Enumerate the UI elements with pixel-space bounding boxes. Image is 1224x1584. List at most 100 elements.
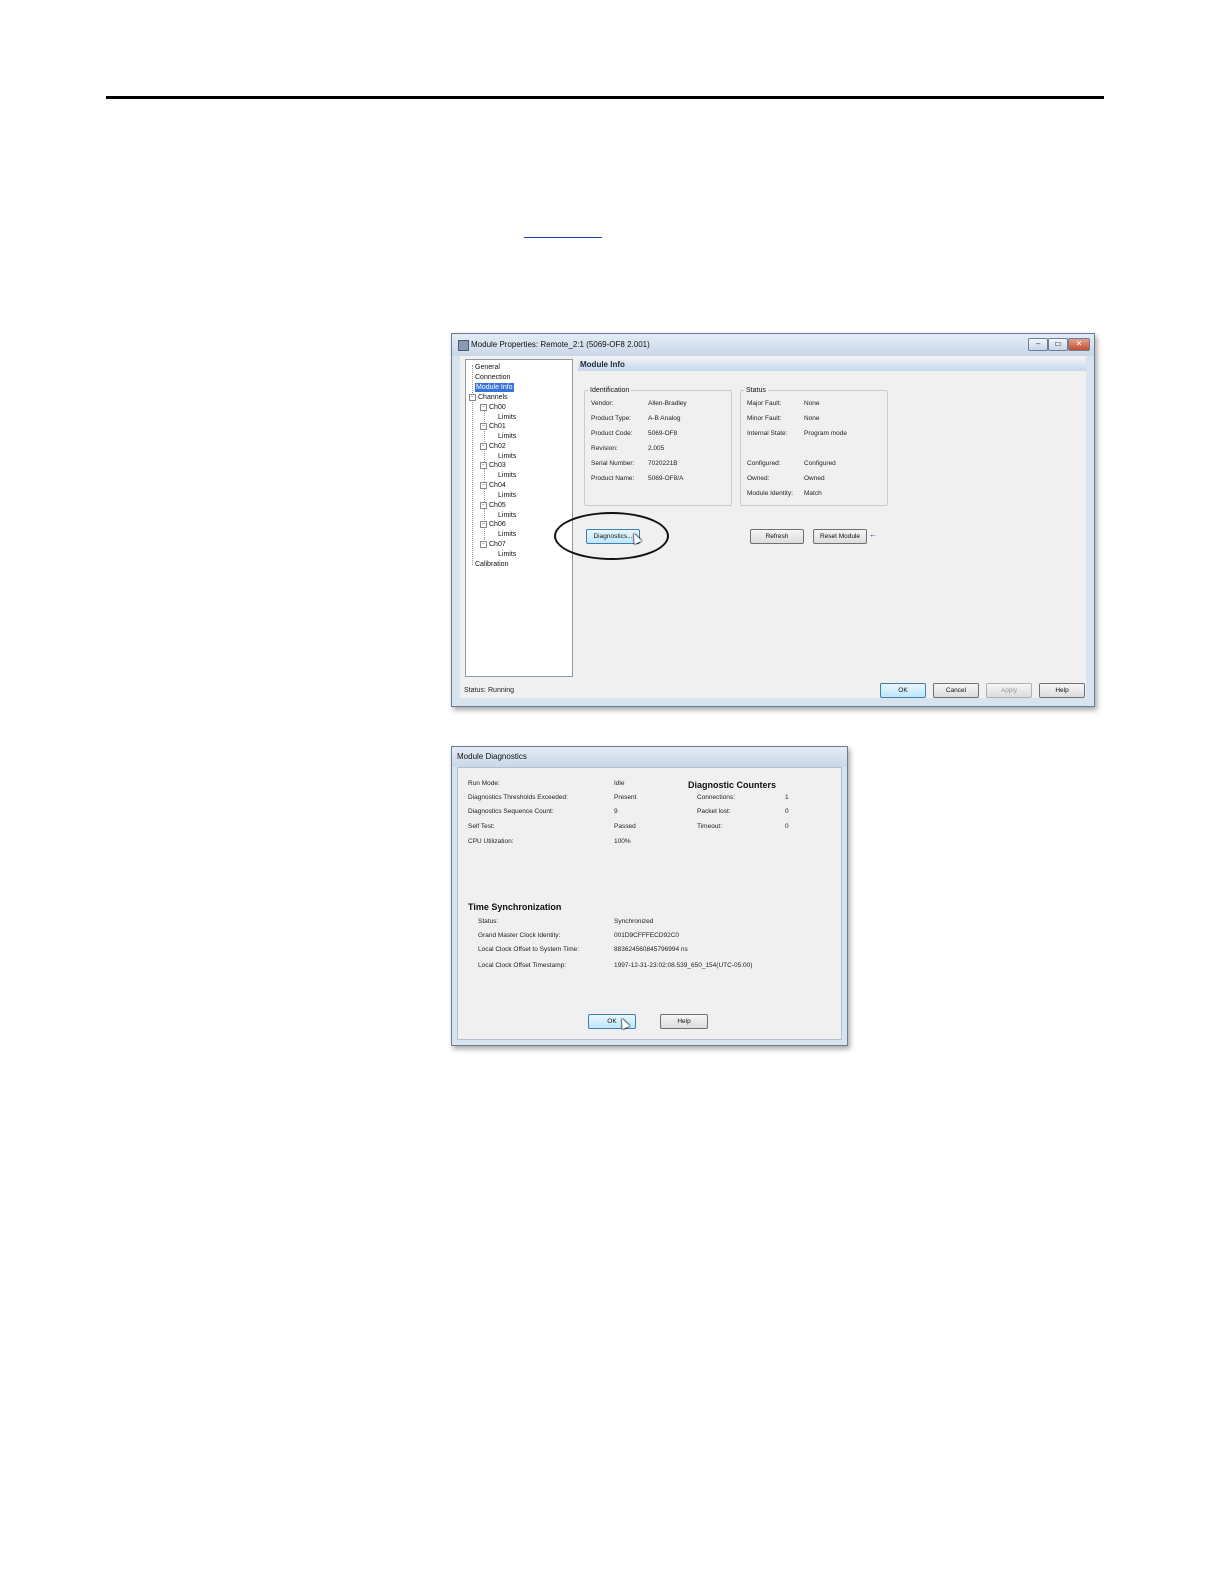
revision-value: 2.005: [648, 445, 665, 452]
product-type-value: A-B Analog: [648, 415, 681, 422]
tree-item-module-info[interactable]: Module Info: [475, 383, 514, 392]
tree-item-limits[interactable]: Limits: [498, 511, 516, 520]
reset-module-button[interactable]: Reset Module: [813, 529, 867, 544]
collapse-icon[interactable]: −: [480, 501, 487, 509]
status-label: Status:: [464, 687, 486, 694]
app-icon: [458, 340, 469, 351]
vendor-label: Vendor:: [591, 400, 614, 407]
configured-label: Configured:: [747, 460, 781, 467]
sequence-count-label: Diagnostics Sequence Count:: [468, 808, 554, 815]
sequence-count-value: 9: [614, 808, 618, 815]
time-sync-heading: Time Synchronization: [468, 902, 562, 912]
self-test-value: Passed: [614, 823, 636, 830]
help-button[interactable]: Help: [1039, 683, 1085, 698]
internal-state-label: Internal State:: [747, 430, 788, 437]
tree-label: Ch00: [489, 404, 506, 411]
product-code-value: 5069-OF8: [648, 430, 678, 437]
tree-item-ch04[interactable]: − Ch04: [480, 481, 506, 490]
minor-fault-label: Minor Fault:: [747, 415, 782, 422]
tree-item-ch07[interactable]: − Ch07: [480, 540, 506, 549]
tree-item-limits[interactable]: Limits: [498, 413, 516, 422]
section-title: Module Info: [578, 359, 1086, 371]
tree-label: Ch05: [489, 502, 506, 509]
help-button[interactable]: Help: [660, 1014, 708, 1029]
packet-lost-value: 0: [785, 808, 789, 815]
tree-item-ch03[interactable]: − Ch03: [480, 461, 506, 470]
title-bar[interactable]: Module Properties: Remote_2:1 (5069-OF8 …: [452, 334, 1094, 356]
tree-item-limits[interactable]: Limits: [498, 530, 516, 539]
tree-item-general[interactable]: General: [475, 363, 500, 372]
refresh-button[interactable]: Refresh: [750, 529, 804, 544]
tree-label: Ch01: [489, 423, 506, 430]
serial-number-label: Serial Number:: [591, 460, 635, 467]
maximize-icon[interactable]: ▭: [1048, 338, 1068, 351]
tree-label: Ch03: [489, 462, 506, 469]
module-identity-label: Module Identity:: [747, 490, 793, 497]
collapse-icon[interactable]: −: [480, 422, 487, 430]
group-title: Identification: [588, 386, 632, 395]
collapse-icon[interactable]: −: [480, 403, 487, 411]
tree-item-limits[interactable]: Limits: [498, 550, 516, 559]
ok-button[interactable]: OK: [880, 683, 926, 698]
tree-item-ch01[interactable]: − Ch01: [480, 422, 506, 431]
tree-item-limits[interactable]: Limits: [498, 471, 516, 480]
grand-master-label: Grand Master Clock Identity:: [478, 932, 561, 939]
collapse-icon[interactable]: −: [480, 481, 487, 489]
tree-item-connection[interactable]: Connection: [475, 373, 510, 382]
category-tree: General Connection Module Info − Channels…: [465, 359, 573, 677]
sync-status-value: Synchronized: [614, 918, 654, 925]
diagnostic-counters-heading: Diagnostic Counters: [688, 780, 777, 790]
apply-button[interactable]: Apply: [986, 683, 1032, 698]
tree-label: Ch07: [489, 541, 506, 548]
grand-master-value: 001D9CFFFECD92C0: [614, 932, 680, 939]
product-code-label: Product Code:: [591, 430, 633, 437]
revision-label: Revision:: [591, 445, 618, 452]
tree-label: Ch02: [489, 443, 506, 450]
timeout-value: 0: [785, 823, 789, 830]
tree-item-limits[interactable]: Limits: [498, 491, 516, 500]
highlight-circle: [554, 512, 669, 560]
minor-fault-value: None: [804, 415, 820, 422]
tree-item-calibration[interactable]: Calibration: [475, 560, 508, 569]
collapse-icon[interactable]: −: [480, 520, 487, 528]
cpu-utilization-label: CPU Utilization:: [468, 838, 514, 845]
collapse-icon[interactable]: −: [469, 393, 476, 401]
offset-timestamp-label: Local Clock Offset Timestamp:: [478, 962, 567, 969]
tree-item-ch05[interactable]: − Ch05: [480, 501, 506, 510]
major-fault-value: None: [804, 400, 820, 407]
packet-lost-label: Packet lost:: [697, 808, 731, 815]
minimize-icon[interactable]: –: [1028, 338, 1048, 351]
tree-label: Ch06: [489, 521, 506, 528]
hyperlink-underline[interactable]: [524, 237, 602, 238]
header-rule: [106, 96, 1104, 99]
cpu-utilization-value: 100%: [614, 838, 631, 845]
timeout-label: Timeout:: [697, 823, 723, 830]
owned-value: Owned: [804, 475, 825, 482]
run-mode-label: Run Mode:: [468, 780, 500, 787]
collapse-icon[interactable]: −: [480, 540, 487, 548]
internal-state-value: Program mode: [804, 430, 847, 437]
sync-status-label: Status:: [478, 918, 499, 925]
tree-label: Ch04: [489, 482, 506, 489]
arrow-left-icon: ←: [869, 530, 877, 539]
tree-item-ch02[interactable]: − Ch02: [480, 442, 506, 451]
status-value: Running: [488, 687, 515, 694]
cancel-button[interactable]: Cancel: [933, 683, 979, 698]
owned-label: Owned:: [747, 475, 770, 482]
tree-item-channels[interactable]: − Channels: [469, 393, 508, 402]
module-identity-value: Match: [804, 490, 822, 497]
product-name-label: Product Name:: [591, 475, 635, 482]
tree-item-limits[interactable]: Limits: [498, 452, 516, 461]
collapse-icon[interactable]: −: [480, 442, 487, 450]
title-bar[interactable]: Module Diagnostics: [452, 747, 847, 767]
product-name-value: 5069-OF8/A: [648, 475, 684, 482]
module-properties-window: Module Properties: Remote_2:1 (5069-OF8 …: [451, 333, 1095, 707]
close-icon[interactable]: ✕: [1068, 338, 1090, 351]
tree-item-ch06[interactable]: − Ch06: [480, 520, 506, 529]
ok-button[interactable]: OK: [588, 1014, 636, 1029]
clock-offset-value: 883624560845796994 ns: [614, 946, 688, 953]
tree-item-ch00[interactable]: − Ch00: [480, 403, 506, 412]
tree-label: Channels: [478, 394, 508, 401]
tree-item-limits[interactable]: Limits: [498, 432, 516, 441]
collapse-icon[interactable]: −: [480, 461, 487, 469]
